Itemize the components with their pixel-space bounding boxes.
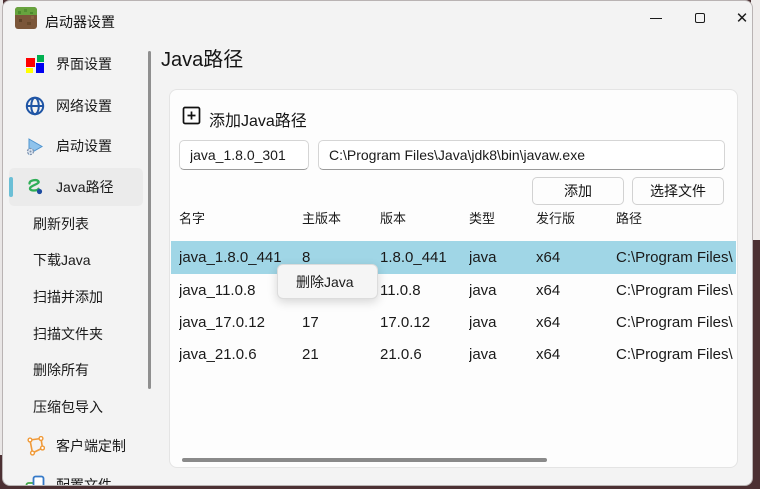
- sidebar-item-label: 压缩包导入: [33, 397, 103, 417]
- cell-type: java: [469, 249, 536, 266]
- cell-path: C:\Program Files\: [616, 282, 736, 299]
- cell-version: 11.0.8: [380, 282, 469, 299]
- cell-name: java_21.0.6: [179, 346, 302, 363]
- context-menu: 删除Java: [277, 264, 378, 299]
- sidebar-item-scan-and-add[interactable]: 扫描并添加: [3, 280, 153, 314]
- column-header-major: 主版本: [302, 208, 380, 227]
- java-path-card: 添加Java路径 添加 选择文件 名字 主版本 版本 类型 发行版 路径 jav…: [169, 89, 738, 468]
- sidebar-item-label: Java路径: [56, 177, 114, 197]
- window-title: 启动器设置: [45, 12, 115, 32]
- sidebar-item-config-files[interactable]: 配置文件: [3, 468, 153, 486]
- sidebar-item-label: 扫描文件夹: [33, 324, 103, 344]
- sidebar-item-label: 启动设置: [56, 136, 112, 156]
- add-button[interactable]: 添加: [532, 177, 624, 205]
- horizontal-scrollbar[interactable]: [182, 458, 547, 462]
- sidebar-item-label: 刷新列表: [33, 214, 89, 234]
- sidebar-item-scan-folder[interactable]: 扫描文件夹: [3, 317, 153, 351]
- close-button[interactable]: ✕: [721, 1, 753, 35]
- grass-block-icon: [15, 7, 37, 29]
- cell-path: C:\Program Files\: [616, 346, 736, 363]
- add-java-path-header: 添加Java路径: [209, 107, 307, 131]
- select-file-button[interactable]: 选择文件: [632, 177, 724, 205]
- column-header-name: 名字: [179, 208, 302, 227]
- sidebar-item-label: 配置文件: [56, 475, 112, 486]
- cell-path: C:\Program Files\: [616, 314, 736, 331]
- sidebar-item-label: 扫描并添加: [33, 287, 103, 307]
- sidebar-item-delete-all[interactable]: 删除所有: [3, 353, 153, 387]
- cell-type: java: [469, 314, 536, 331]
- table-row[interactable]: java_11.0.8 11 11.0.8 java x64 C:\Progra…: [171, 274, 736, 306]
- cell-version: 17.0.12: [380, 314, 469, 331]
- add-square-icon: [182, 106, 201, 125]
- column-header-path: 路径: [616, 208, 736, 227]
- sidebar-item-download-java[interactable]: 下载Java: [3, 243, 153, 277]
- sidebar-item-label: 界面设置: [56, 54, 112, 74]
- java-path-input[interactable]: [318, 140, 725, 170]
- maximize-icon: [695, 13, 705, 23]
- column-header-type: 类型: [469, 208, 536, 227]
- java-path-icon: [25, 177, 45, 197]
- sidebar-scrollbar[interactable]: [148, 51, 151, 389]
- table-row[interactable]: java_17.0.12 17 17.0.12 java x64 C:\Prog…: [171, 306, 736, 338]
- minimize-icon: [650, 18, 662, 19]
- table-row-selected[interactable]: java_1.8.0_441 8 1.8.0_441 java x64 C:\P…: [171, 241, 736, 274]
- cell-release: x64: [536, 314, 616, 331]
- cell-release: x64: [536, 346, 616, 363]
- cell-major: 17: [302, 314, 380, 331]
- minimize-button[interactable]: [635, 1, 677, 35]
- table-row[interactable]: java_21.0.6 21 21.0.6 java x64 C:\Progra…: [171, 338, 736, 370]
- sidebar-item-launch-settings[interactable]: 启动设置: [3, 129, 153, 163]
- java-name-input[interactable]: [179, 140, 309, 170]
- cell-type: java: [469, 346, 536, 363]
- sidebar-item-network-settings[interactable]: 网络设置: [3, 89, 153, 123]
- interface-settings-icon: [25, 54, 45, 74]
- sidebar-item-label: 下载Java: [33, 250, 91, 270]
- context-menu-item-delete-java[interactable]: 删除Java: [296, 272, 354, 292]
- sidebar-item-java-path[interactable]: Java路径: [3, 170, 153, 204]
- sidebar-item-label: 网络设置: [56, 96, 112, 116]
- cell-version: 21.0.6: [380, 346, 469, 363]
- sidebar-item-client-customization[interactable]: 客户端定制: [3, 429, 153, 463]
- table-header: 名字 主版本 版本 类型 发行版 路径: [171, 205, 736, 229]
- maximize-button[interactable]: [679, 1, 721, 35]
- cell-major: 21: [302, 346, 380, 363]
- titlebar: 启动器设置 ✕: [3, 1, 752, 41]
- cell-release: x64: [536, 249, 616, 266]
- profiles-icon: [25, 475, 45, 486]
- play-gear-icon: [25, 136, 45, 156]
- column-header-version: 版本: [380, 208, 469, 227]
- sidebar-item-refresh-list[interactable]: 刷新列表: [3, 207, 153, 241]
- cell-version: 1.8.0_441: [380, 249, 469, 266]
- cell-name: java_17.0.12: [179, 314, 302, 331]
- add-button-label: 添加: [564, 181, 592, 201]
- column-header-release: 发行版: [536, 208, 616, 227]
- close-icon: ✕: [736, 11, 749, 26]
- globe-icon: [25, 96, 45, 116]
- select-file-button-label: 选择文件: [650, 181, 706, 201]
- sidebar-item-interface-settings[interactable]: 界面设置: [3, 47, 153, 81]
- lasso-icon: [25, 436, 45, 456]
- sidebar-item-label: 删除所有: [33, 360, 89, 380]
- sidebar-item-label: 客户端定制: [56, 436, 126, 456]
- page-title: Java路径: [161, 43, 243, 72]
- sidebar-item-archive-import[interactable]: 压缩包导入: [3, 390, 153, 424]
- launcher-settings-window: 启动器设置 ✕ 界面设置 网络设置 启动设置: [2, 0, 753, 486]
- cell-release: x64: [536, 282, 616, 299]
- cell-path: C:\Program Files\: [616, 249, 736, 266]
- cell-type: java: [469, 282, 536, 299]
